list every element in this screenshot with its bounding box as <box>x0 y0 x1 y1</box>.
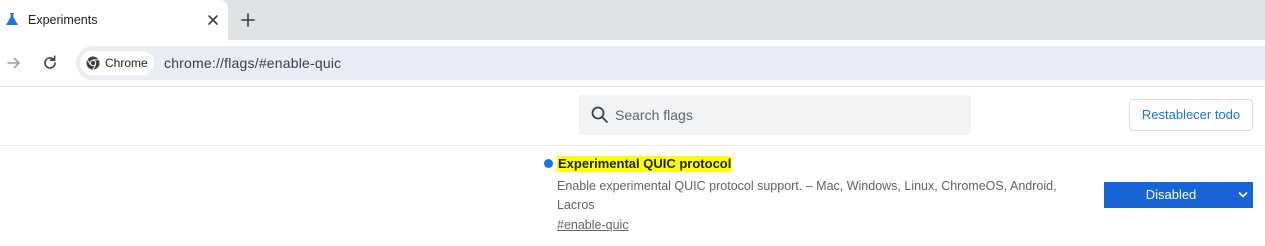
flag-select-value: Disabled <box>1145 187 1197 202</box>
tab-strip: Experiments <box>0 0 1265 40</box>
chrome-logo-icon <box>86 56 100 70</box>
flag-title: Experimental QUIC protocol <box>557 156 733 172</box>
flag-description: Enable experimental QUIC protocol suppor… <box>557 179 1057 212</box>
plus-icon[interactable] <box>238 10 258 30</box>
flag-state-select[interactable]: Disabled <box>1104 182 1253 208</box>
toolbar: Chrome chrome://flags/#enable-quic <box>0 40 1265 87</box>
arrow-forward-icon[interactable] <box>4 53 24 73</box>
site-info-chip[interactable]: Chrome <box>80 51 154 75</box>
flag-anchor-link[interactable]: #enable-quic <box>557 218 629 232</box>
omnibox[interactable]: Chrome chrome://flags/#enable-quic <box>76 46 1265 80</box>
chip-label: Chrome <box>105 56 148 70</box>
tab-title: Experiments <box>28 13 98 27</box>
reset-all-button[interactable]: Restablecer todo <box>1129 99 1253 131</box>
url-text[interactable]: chrome://flags/#enable-quic <box>164 55 341 71</box>
tab-experiments[interactable]: Experiments <box>0 0 228 40</box>
flag-modified-dot <box>544 159 553 168</box>
search-box[interactable] <box>579 95 971 135</box>
divider <box>0 145 1265 146</box>
search-input[interactable] <box>615 95 955 135</box>
close-icon[interactable] <box>205 12 221 28</box>
flask-icon <box>6 13 18 25</box>
search-icon <box>591 106 608 123</box>
chevron-down-icon <box>1238 192 1248 198</box>
reload-icon[interactable] <box>40 53 60 73</box>
